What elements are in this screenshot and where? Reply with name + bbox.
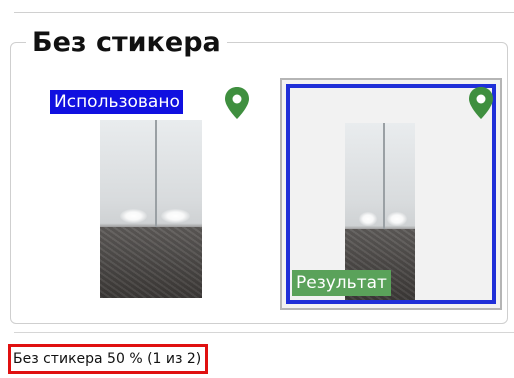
photo-card-result[interactable]: Результат (280, 78, 502, 310)
top-divider (14, 12, 514, 13)
status-divider (14, 332, 514, 333)
photo-thumbnail (100, 120, 202, 298)
location-pin-icon[interactable] (468, 86, 494, 120)
status-text: Без стикера 50 % (1 из 2) (13, 351, 202, 367)
badge-used: Использовано (50, 90, 183, 114)
group-title: Без стикера (26, 24, 227, 62)
location-pin-icon[interactable] (224, 86, 250, 120)
status-label: Без стикера 50 % (1 из 2) (8, 344, 209, 374)
photo-card-used[interactable]: Использовано (40, 78, 264, 314)
badge-result: Результат (292, 270, 391, 296)
